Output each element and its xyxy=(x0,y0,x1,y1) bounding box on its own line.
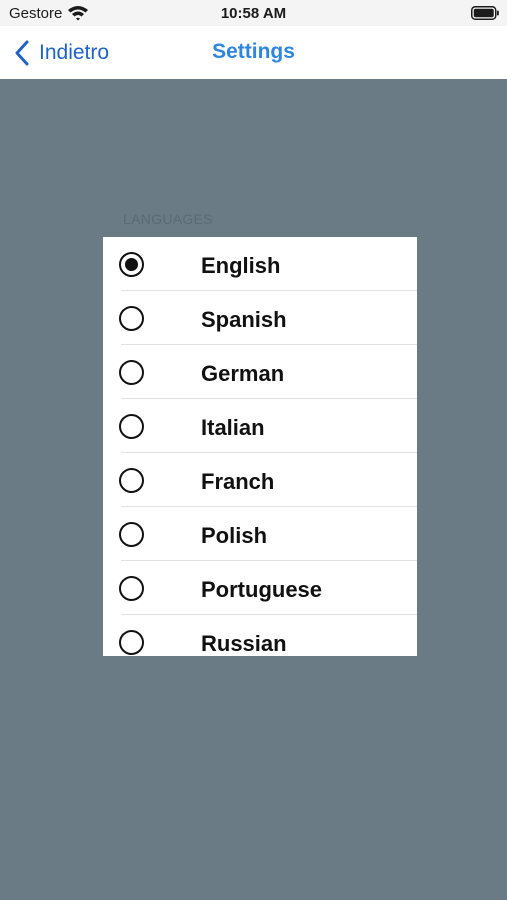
language-label: Italian xyxy=(201,415,265,440)
language-option-italian[interactable]: Italian xyxy=(103,399,417,453)
radio-selected-icon xyxy=(119,252,144,277)
language-label: Russian xyxy=(201,631,287,656)
language-label: German xyxy=(201,361,285,386)
language-option-polish[interactable]: Polish xyxy=(103,507,417,561)
language-label: Spanish xyxy=(201,307,287,332)
radio-unselected-icon xyxy=(119,576,144,601)
page-title: Settings xyxy=(212,40,295,63)
radio-unselected-icon xyxy=(119,414,144,439)
status-time: 10:58 AM xyxy=(220,5,287,22)
language-label: Portuguese xyxy=(201,577,323,602)
radio-unselected-icon xyxy=(119,306,144,331)
radio-unselected-icon xyxy=(119,360,144,385)
language-option-russian[interactable]: Russian xyxy=(103,615,417,656)
language-option-spanish[interactable]: Spanish xyxy=(103,291,417,345)
language-label: Polish xyxy=(201,523,268,548)
language-option-portuguese[interactable]: Portuguese xyxy=(103,561,417,615)
radio-unselected-icon xyxy=(119,522,144,547)
language-label: Franch xyxy=(201,469,275,494)
status-bar: Gestore 10:58 AM xyxy=(0,0,507,26)
language-option-franch[interactable]: Franch xyxy=(103,453,417,507)
language-option-english[interactable]: English xyxy=(103,237,417,291)
radio-unselected-icon xyxy=(119,468,144,493)
navigation-bar: Indietro Settings xyxy=(0,26,507,79)
language-option-german[interactable]: German xyxy=(103,345,417,399)
settings-screen: Gestore 10:58 AM Indietro Settings LANGU… xyxy=(0,0,507,900)
languages-section-header: LANGUAGES xyxy=(123,211,213,227)
radio-unselected-icon xyxy=(119,630,144,655)
battery-full-icon xyxy=(471,6,499,20)
language-list: English Spanish German Italian Franch Po… xyxy=(103,237,417,656)
language-label: English xyxy=(201,253,281,278)
